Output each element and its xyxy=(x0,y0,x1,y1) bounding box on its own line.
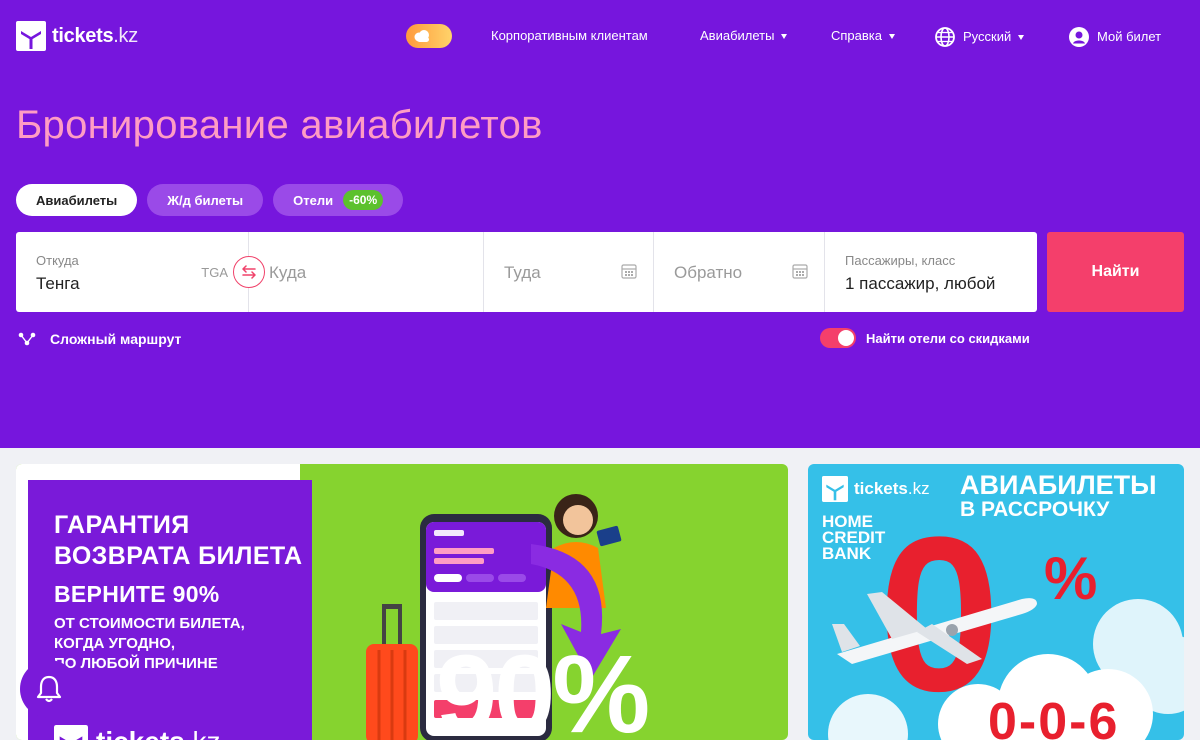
complex-route-label: Сложный маршрут xyxy=(50,331,182,347)
notifications-button[interactable] xyxy=(20,660,78,718)
user-icon xyxy=(1069,27,1089,47)
banner2-headline: АВИАБИЛЕТЫ xyxy=(960,470,1157,500)
site-logo[interactable]: tickets.kz xyxy=(16,20,138,52)
from-field[interactable]: Откуда Тенга TGA xyxy=(16,232,249,312)
banner-percent-big: 90% xyxy=(436,633,650,740)
top-navigation: tickets.kz Корпоративным клиентам Авиаби… xyxy=(0,0,1200,72)
my-ticket-label: Мой билет xyxy=(1097,29,1162,44)
banner2-logo-tld: .kz xyxy=(907,479,930,498)
return-placeholder: Обратно xyxy=(674,263,743,282)
from-value: Тенга xyxy=(36,274,80,293)
language-selector[interactable]: Русский xyxy=(935,27,1025,47)
chevron-down-icon xyxy=(889,33,895,39)
from-airport-code: TGA xyxy=(201,265,228,280)
bank-name-line3: BANK xyxy=(822,544,872,563)
nav-flights-label: Авиабилеты xyxy=(700,28,775,43)
transport-tabs: Авиабилеты Ж/д билеты Отели -60% xyxy=(16,184,413,216)
banner-logo-text: tickets xyxy=(96,726,185,740)
banner-subheadline: ВЕРНИТЕ 90% xyxy=(54,581,220,607)
discount-badge: -60% xyxy=(343,190,384,210)
depart-placeholder: Туда xyxy=(504,263,541,282)
home-credit-bank-logo: HOME CREDIT BANK xyxy=(822,513,885,563)
banner2-logo: tickets .kz xyxy=(822,476,930,502)
route-icon xyxy=(18,332,36,346)
banner-percent-sign: % xyxy=(1044,545,1098,612)
tickets-logo-icon xyxy=(16,21,46,51)
toggle-knob xyxy=(838,330,854,346)
language-label: Русский xyxy=(963,29,1012,44)
chevron-down-icon xyxy=(1018,34,1025,40)
globe-icon xyxy=(935,27,955,47)
nav-corporate-label: Корпоративным клиентам xyxy=(491,28,648,43)
tab-hotels-label: Отели xyxy=(293,192,334,208)
tab-flights[interactable]: Авиабилеты xyxy=(16,184,138,216)
banner-detail-line2: КОГДА УГОДНО, xyxy=(54,635,176,652)
banner-headline-line1: ГАРАНТИЯ xyxy=(54,511,190,539)
my-ticket-link[interactable]: Мой билет xyxy=(1069,27,1161,47)
theme-weather-toggle[interactable] xyxy=(406,24,452,48)
banner-headline: ГАРАНТИЯ ВОЗВРАТА БИЛЕТА xyxy=(54,510,302,572)
search-button[interactable]: Найти xyxy=(1047,232,1184,312)
nav-help-label: Справка xyxy=(831,28,882,43)
banner-detail-line1: ОТ СТОИМОСТИ БИЛЕТА, xyxy=(54,615,245,632)
return-date-field[interactable]: Обратно xyxy=(654,232,825,312)
nav-corporate-link[interactable]: Корпоративным клиентам xyxy=(491,27,648,45)
installments-banner[interactable]: 0 % tickets .kz АВИАБИЛЕТЫ В РАССРОЧКУ HO… xyxy=(808,464,1184,740)
tab-hotels[interactable]: Отели -60% xyxy=(273,184,404,216)
to-placeholder: Куда xyxy=(269,263,307,282)
passengers-label: Пассажиры, класс xyxy=(845,253,956,268)
refund-guarantee-banner[interactable]: ГАРАНТИЯ ВОЗВРАТА БИЛЕТА ВЕРНИТЕ 90% ОТ … xyxy=(16,464,788,740)
chevron-down-icon xyxy=(781,33,788,39)
tickets-logo-icon xyxy=(822,476,848,502)
banner-headline-line2: ВОЗВРАТА БИЛЕТА xyxy=(54,542,303,570)
swap-icon xyxy=(242,265,256,279)
nav-help-dropdown[interactable]: Справка xyxy=(831,27,895,45)
tab-flights-label: Авиабилеты xyxy=(36,192,118,208)
banner-detail-line3: ПО ЛЮБОЙ ПРИЧИНЕ xyxy=(54,655,218,672)
hotels-discount-toggle[interactable] xyxy=(820,328,856,348)
hotels-discount-label: Найти отели со скидками xyxy=(866,330,1030,346)
bell-icon xyxy=(36,675,62,703)
passengers-value: 1 пассажир, любой xyxy=(845,274,996,293)
from-label: Откуда xyxy=(36,253,79,268)
hotels-discount-option: Найти отели со скидками xyxy=(820,328,1030,348)
cloud-icon xyxy=(414,30,429,42)
flight-search-form: Откуда Тенга TGA Куда Туда Обратно Пасса… xyxy=(16,232,1037,312)
calendar-icon xyxy=(792,264,808,279)
to-field[interactable]: Куда xyxy=(249,232,484,312)
complex-route-link[interactable]: Сложный маршрут xyxy=(18,331,181,347)
logo-text: tickets.kz xyxy=(52,24,138,47)
banner2-logo-text: tickets xyxy=(854,479,908,498)
banner-logo: tickets.kz xyxy=(54,725,221,740)
banner2-installment-terms: 0-0-6 xyxy=(988,693,1120,740)
hero-section: tickets.kz Корпоративным клиентам Авиаби… xyxy=(0,0,1200,448)
tickets-logo-icon xyxy=(54,725,88,740)
banner2-subheadline: В РАССРОЧКУ xyxy=(960,498,1110,521)
swap-button[interactable] xyxy=(233,256,265,288)
passengers-field[interactable]: Пассажиры, класс 1 пассажир, любой xyxy=(825,232,1037,312)
page-title: Бронирование авиабилетов xyxy=(16,103,543,147)
calendar-icon xyxy=(621,264,637,279)
suitcase-illustration xyxy=(366,604,418,740)
depart-date-field[interactable]: Туда xyxy=(484,232,654,312)
airplane-illustration xyxy=(832,592,1037,664)
nav-flights-dropdown[interactable]: Авиабилеты xyxy=(700,27,788,45)
banner-details: ОТ СТОИМОСТИ БИЛЕТА, КОГДА УГОДНО, ПО ЛЮ… xyxy=(54,614,245,674)
tab-trains[interactable]: Ж/д билеты xyxy=(147,184,264,216)
tab-trains-label: Ж/д билеты xyxy=(167,192,244,208)
banner-logo-tld: .kz xyxy=(185,726,221,740)
